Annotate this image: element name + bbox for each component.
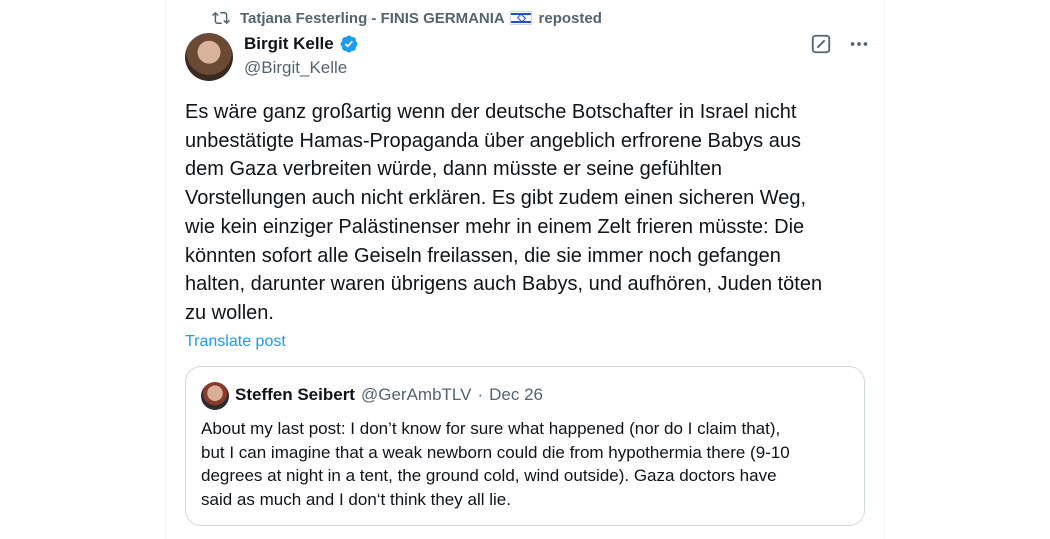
repost-icon	[212, 9, 230, 27]
grok-icon[interactable]	[810, 33, 832, 55]
quoted-author-handle[interactable]: @GerAmbTLV	[361, 385, 471, 405]
author-avatar[interactable]	[185, 33, 233, 81]
quoted-post-header: Steffen Seibert @GerAmbTLV · Dec 26	[235, 385, 543, 405]
verified-badge-icon[interactable]	[339, 34, 359, 54]
post-top-actions	[810, 33, 870, 55]
translate-post-link[interactable]: Translate post	[185, 333, 286, 351]
quoted-author-name[interactable]: Steffen Seibert	[235, 385, 355, 405]
quoted-author-avatar[interactable]	[201, 382, 229, 410]
more-options-icon[interactable]	[848, 33, 870, 55]
author-handle[interactable]: @Birgit_Kelle	[244, 58, 359, 78]
repost-suffix: reposted	[538, 9, 602, 27]
quoted-post-text: About my last post: I don’t know for sur…	[201, 419, 790, 509]
quoted-post[interactable]: Steffen Seibert @GerAmbTLV · Dec 26 Abou…	[185, 366, 865, 526]
israel-flag-icon	[510, 10, 533, 25]
reposter-name[interactable]: Tatjana Festerling - FINIS GERMANIA	[240, 10, 504, 27]
author-name[interactable]: Birgit Kelle	[244, 34, 334, 54]
quoted-separator: ·	[477, 385, 484, 404]
post-text: Es wäre ganz großartig wenn der deutsche…	[185, 101, 823, 324]
author-block: Birgit Kelle @Birgit_Kelle	[244, 33, 359, 78]
repost-context[interactable]: Tatjana Festerling - FINIS GERMANIA repo…	[212, 8, 602, 28]
quoted-post-date[interactable]: Dec 26	[489, 385, 543, 405]
